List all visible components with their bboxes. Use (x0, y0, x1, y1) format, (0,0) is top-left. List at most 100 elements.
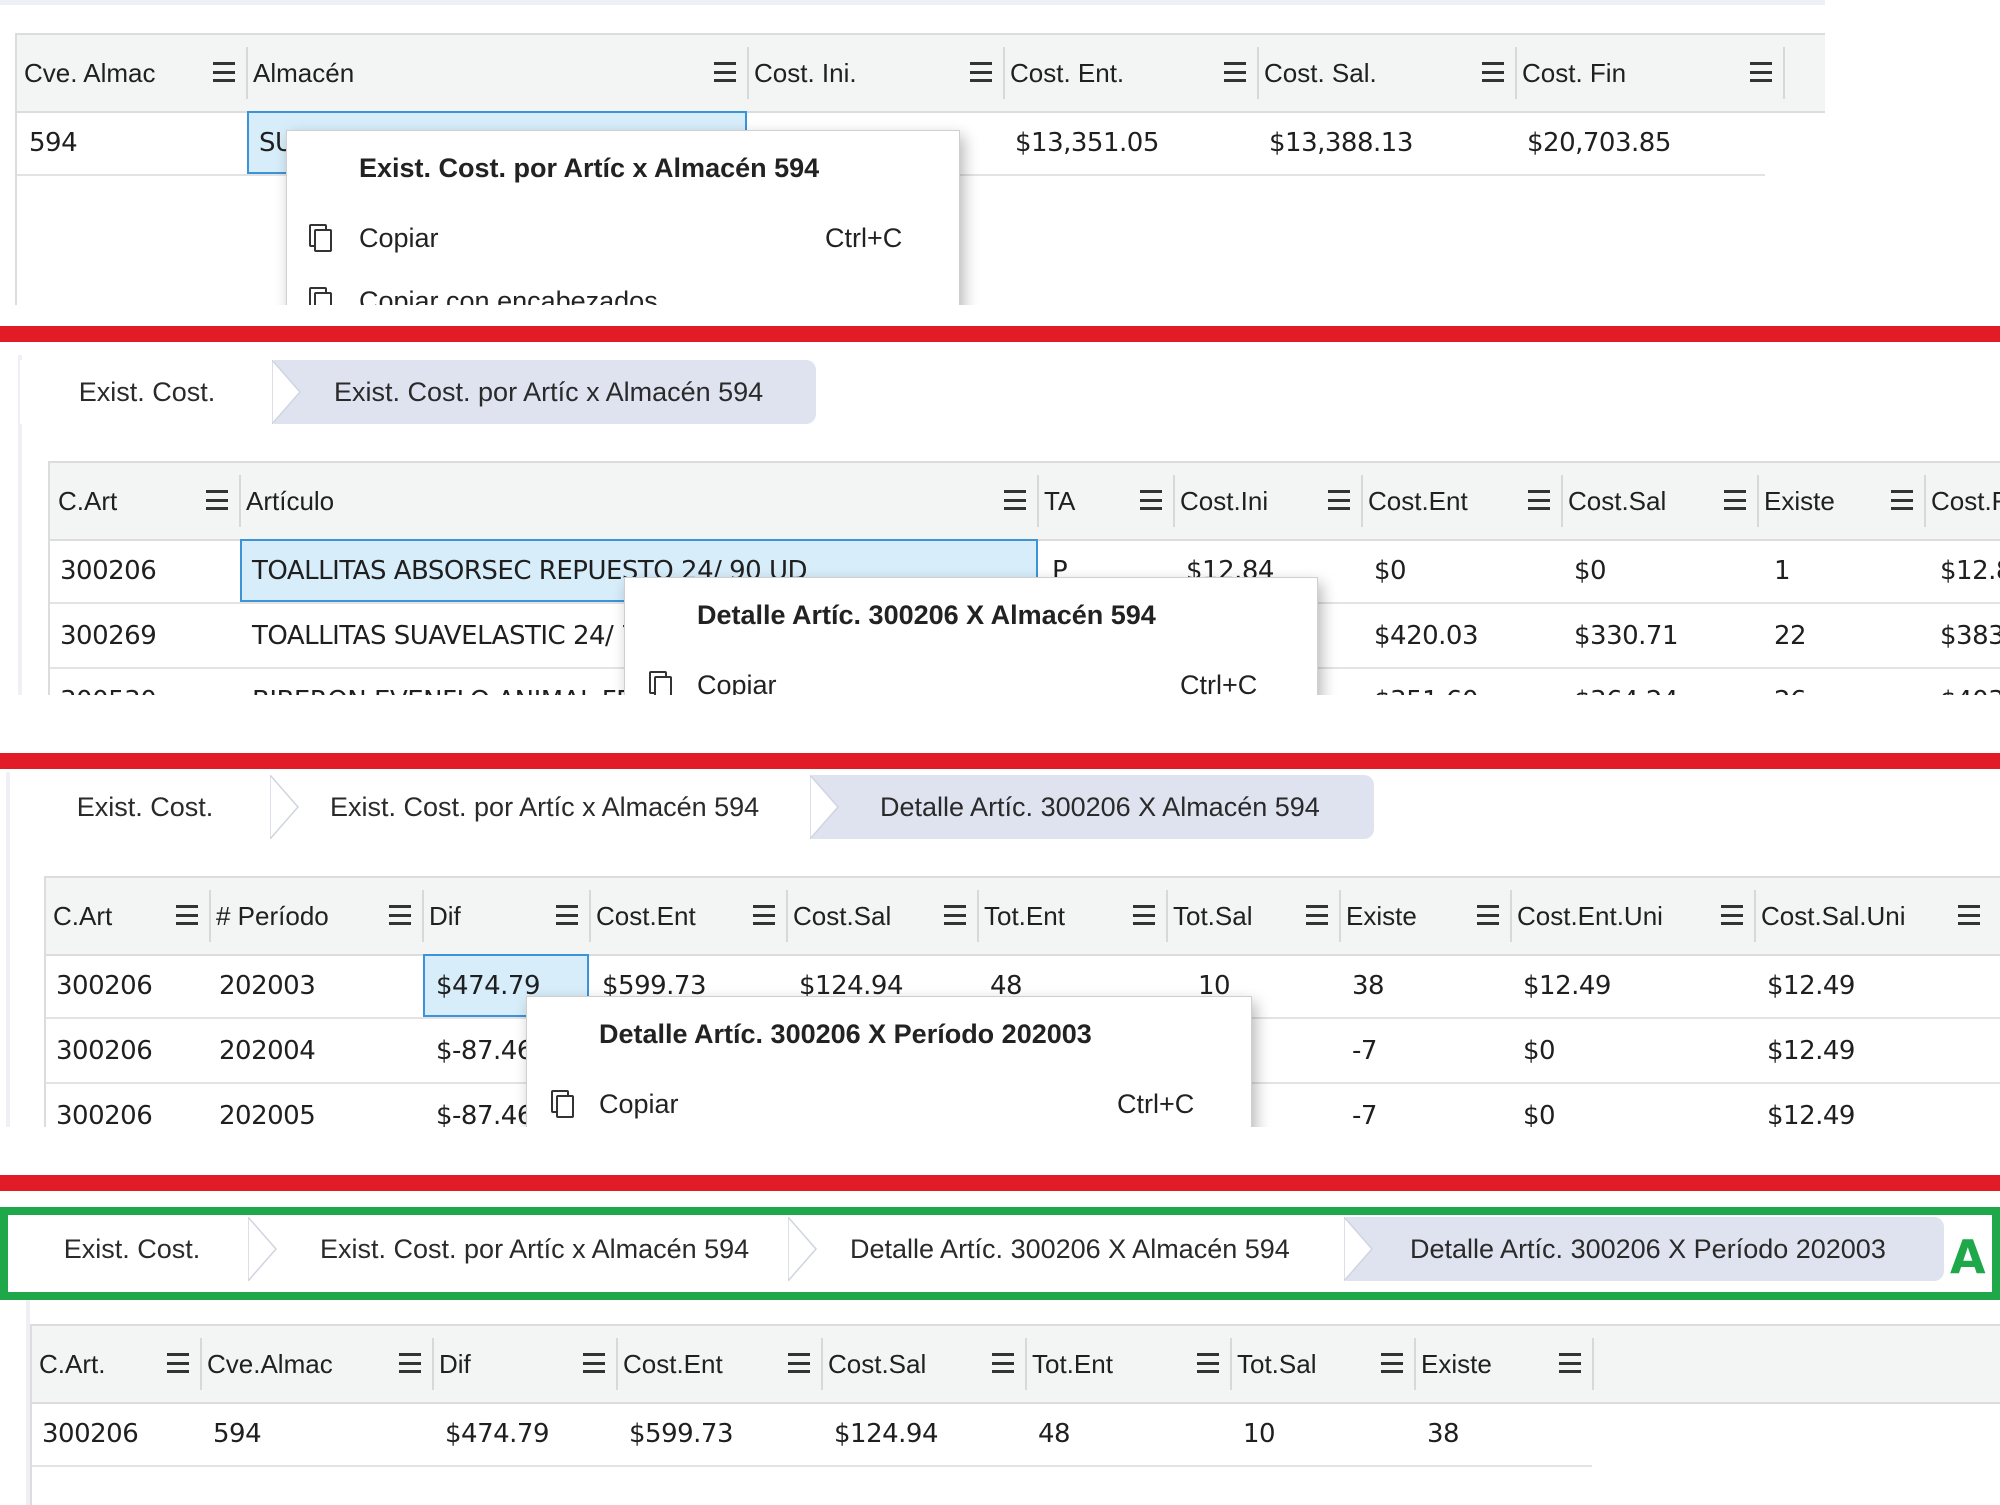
cell-periodo[interactable]: 202005 (219, 1084, 316, 1128)
column-menu-icon[interactable] (1477, 905, 1499, 925)
col-header-cost-ent[interactable]: Cost.Ent (592, 878, 696, 954)
cell-existe[interactable]: -7 (1352, 1084, 1377, 1128)
col-header-cost-ini[interactable]: Cost. Ini. (750, 35, 857, 111)
cell-cost-ent[interactable]: $420.03 (1374, 604, 1479, 667)
cell-c-art[interactable]: 300206 (42, 1402, 139, 1465)
menu-item-copy-with-headers[interactable]: Copiar con encabezados (359, 286, 658, 305)
column-menu-icon[interactable] (206, 490, 228, 510)
cell-cve-almac[interactable]: 594 (29, 111, 78, 174)
column-menu-icon[interactable] (944, 905, 966, 925)
col-header-cost-ent[interactable]: Cost.Ent (619, 1326, 723, 1402)
cell-periodo[interactable]: 202004 (219, 1019, 316, 1082)
cell-cost-ent-uni[interactable]: $0 (1523, 1084, 1556, 1128)
col-header-tot-ent[interactable]: Tot.Ent (980, 878, 1065, 954)
cell-c-art[interactable]: 300206 (60, 539, 157, 602)
column-menu-icon[interactable] (1750, 62, 1772, 82)
col-header-articulo[interactable]: Artículo (242, 463, 334, 539)
cell-cost-sal[interactable]: $330.71 (1574, 604, 1679, 667)
breadcrumb-item-active[interactable]: Exist. Cost. por Artíc x Almacén 594 (274, 360, 816, 424)
cell-existe[interactable]: 38 (1427, 1402, 1460, 1465)
column-menu-icon[interactable] (399, 1353, 421, 1373)
cell-cost-ent[interactable]: $599.73 (629, 1402, 734, 1465)
column-menu-icon[interactable] (1891, 490, 1913, 510)
cell-tot-ent[interactable]: 48 (1038, 1402, 1071, 1465)
breadcrumb-item[interactable]: Exist. Cost. (18, 775, 299, 839)
column-menu-icon[interactable] (1721, 905, 1743, 925)
col-header-cost-sal[interactable]: Cost.Sal (1564, 463, 1666, 539)
cell-cost-fin[interactable]: $403. (1940, 669, 2000, 696)
col-header-tot-ent[interactable]: Tot.Ent (1028, 1326, 1113, 1402)
breadcrumb-item-active[interactable]: Detalle Artíc. 300206 X Almacén 594 (812, 775, 1374, 839)
column-menu-icon[interactable] (970, 62, 992, 82)
column-menu-icon[interactable] (1381, 1353, 1403, 1373)
column-menu-icon[interactable] (556, 905, 578, 925)
cell-existe[interactable]: 22 (1774, 604, 1807, 667)
col-header-almacen[interactable]: Almacén (249, 35, 354, 111)
cell-cost-sal[interactable]: $0 (1574, 539, 1607, 602)
cell-c-art[interactable]: 300206 (56, 1019, 153, 1082)
col-header-cost-sal-uni[interactable]: Cost.Sal.Uni (1757, 878, 1906, 954)
col-header-tot-sal[interactable]: Tot.Sal (1233, 1326, 1317, 1402)
cell-cost-sal-uni[interactable]: $12.49 (1767, 1019, 1855, 1082)
col-header-cost-ent[interactable]: Cost.Ent (1364, 463, 1468, 539)
cell-c-art[interactable]: 300206 (56, 1084, 153, 1128)
col-header-periodo[interactable]: # Período (212, 878, 329, 954)
col-header-cost-sal[interactable]: Cost.Sal (824, 1326, 926, 1402)
table-row[interactable]: 300206 594 $474.79 $599.73 $124.94 48 10… (32, 1402, 1592, 1467)
column-menu-icon[interactable] (1224, 62, 1246, 82)
cell-dif[interactable]: $474.79 (445, 1402, 550, 1465)
cell-c-art[interactable]: 300269 (60, 604, 157, 667)
cell-cost-sal[interactable]: $364.24 (1574, 669, 1679, 696)
column-menu-icon[interactable] (1528, 490, 1550, 510)
column-menu-icon[interactable] (389, 905, 411, 925)
cell-cost-sal-uni[interactable]: $12.49 (1767, 1084, 1855, 1128)
cell-periodo[interactable]: 202003 (219, 954, 316, 1017)
context-menu-title[interactable]: Detalle Artíc. 300206 X Período 202003 (599, 1019, 1092, 1050)
cell-dif[interactable]: $474.79 (436, 954, 541, 1017)
col-header-dif[interactable]: Dif (435, 1326, 471, 1402)
menu-item-copy[interactable]: Copiar (599, 1089, 679, 1120)
cell-c-art[interactable]: 300530 (60, 669, 157, 696)
cell-cve-almac[interactable]: 594 (213, 1402, 262, 1465)
cell-cost-sal[interactable]: $13,388.13 (1269, 111, 1413, 174)
column-menu-icon[interactable] (992, 1353, 1014, 1373)
cell-existe[interactable]: 26 (1774, 669, 1807, 696)
col-header-cost-sal[interactable]: Cost.Sal (789, 878, 891, 954)
col-header-cost-ent[interactable]: Cost. Ent. (1006, 35, 1124, 111)
cell-cost-sal-uni[interactable]: $12.49 (1767, 954, 1855, 1017)
column-menu-icon[interactable] (1559, 1353, 1581, 1373)
menu-item-copy[interactable]: Copiar (359, 223, 439, 254)
col-header-tot-sal[interactable]: Tot.Sal (1169, 878, 1253, 954)
col-header-cost-fin[interactable]: Cost.F (1927, 463, 2000, 539)
column-menu-icon[interactable] (788, 1353, 810, 1373)
menu-item-copy[interactable]: Copiar (697, 670, 777, 695)
col-header-c-art[interactable]: C.Art (49, 878, 112, 954)
cell-c-art[interactable]: 300206 (56, 954, 153, 1017)
cell-cost-fin[interactable]: $20,703.85 (1527, 111, 1671, 174)
column-menu-icon[interactable] (176, 905, 198, 925)
cell-cost-fin[interactable]: $383. (1940, 604, 2000, 667)
col-header-c-art[interactable]: C.Art. (35, 1326, 105, 1402)
col-header-existe[interactable]: Existe (1417, 1326, 1492, 1402)
col-header-cost-fin[interactable]: Cost. Fin (1518, 35, 1626, 111)
column-menu-icon[interactable] (1140, 490, 1162, 510)
cell-dif[interactable]: $-87.46 (436, 1019, 533, 1082)
column-menu-icon[interactable] (583, 1353, 605, 1373)
cell-cost-ent[interactable]: $13,351.05 (1015, 111, 1159, 174)
column-menu-icon[interactable] (1328, 490, 1350, 510)
column-menu-icon[interactable] (213, 62, 235, 82)
cell-tot-sal[interactable]: 10 (1243, 1402, 1276, 1465)
cell-dif[interactable]: $-87.46 (436, 1084, 533, 1128)
cell-cost-sal[interactable]: $124.94 (834, 1402, 939, 1465)
cell-cost-ent-uni[interactable]: $12.49 (1523, 954, 1611, 1017)
context-menu-title[interactable]: Exist. Cost. por Artíc x Almacén 594 (359, 153, 819, 184)
breadcrumb-item[interactable]: Exist. Cost. (20, 360, 301, 424)
column-menu-icon[interactable] (1197, 1353, 1219, 1373)
column-menu-icon[interactable] (1482, 62, 1504, 82)
cell-existe[interactable]: -7 (1352, 1019, 1377, 1082)
column-menu-icon[interactable] (1306, 905, 1328, 925)
context-menu-title[interactable]: Detalle Artíc. 300206 X Almacén 594 (697, 600, 1156, 631)
column-menu-icon[interactable] (1724, 490, 1746, 510)
cell-cost-ent[interactable]: $0 (1374, 539, 1407, 602)
cell-cost-ent-uni[interactable]: $0 (1523, 1019, 1556, 1082)
